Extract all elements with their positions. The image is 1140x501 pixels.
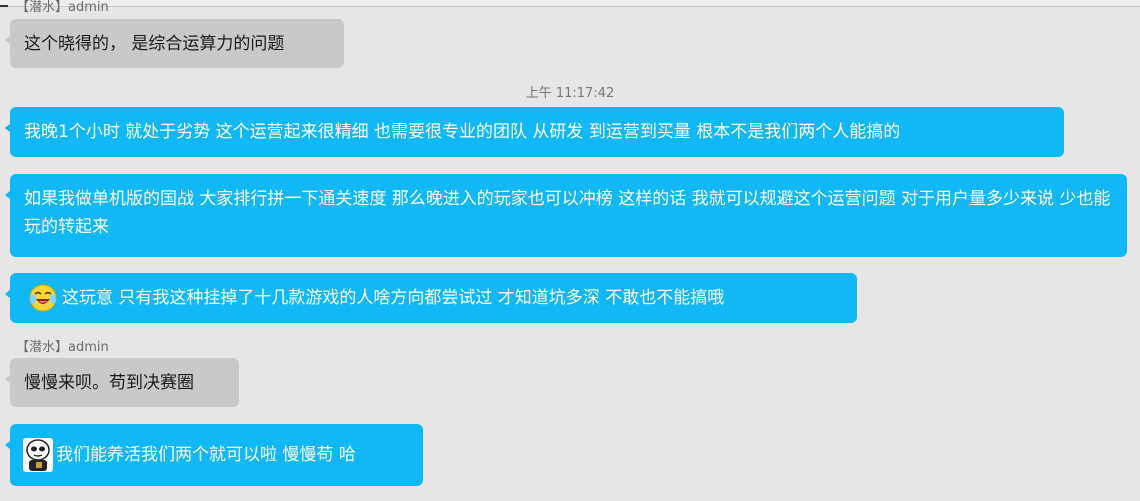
message-bubble[interactable]: 我晚1个小时 就处于劣势 这个运营起来很精细 也需要很专业的团队 从研发 到运营… [5,107,1064,157]
message-text: 我晚1个小时 就处于劣势 这个运营起来很精细 也需要很专业的团队 从研发 到运营… [24,122,901,142]
crying-laughing-emoji-icon [29,284,57,312]
sender-name: 【潜水】admin [16,0,109,15]
message-bubble[interactable]: 如果我做单机版的国战 大家排行拼一下通关速度 那么晚进入的玩家也可以冲榜 这样的… [5,174,1127,257]
message-bubble[interactable]: 我们能养活我们两个就可以啦 慢慢苟 哈 [5,424,423,486]
message-text: 这玩意 只有我这种挂掉了十几款游戏的人啥方向都尝试过 才知道坑多深 不敢也不能搞… [62,288,725,308]
message-text: 慢慢来呗。苟到决赛圈 [24,372,194,393]
message-text: 如果我做单机版的国战 大家排行拼一下通关速度 那么晚进入的玩家也可以冲榜 这样的… [24,189,1111,237]
message-text: 我们能养活我们两个就可以啦 慢慢苟 哈 [56,445,356,465]
message-bubble[interactable]: 这个晓得的， 是综合运算力的问题 [5,19,344,68]
message-text: 这个晓得的， 是综合运算力的问题 [24,33,285,54]
message-bubble[interactable]: 慢慢来呗。苟到决赛圈 [5,358,239,407]
window-corner-mark [0,5,8,7]
message-timestamp: 上午 11:17:42 [525,86,615,101]
message-bubble[interactable]: 这玩意 只有我这种挂掉了十几款游戏的人啥方向都尝试过 才知道坑多深 不敢也不能搞… [5,273,857,323]
window-top-border [0,0,1140,7]
cartoon-face-sticker-icon [23,438,53,472]
sender-name: 【潜水】admin [16,340,109,355]
